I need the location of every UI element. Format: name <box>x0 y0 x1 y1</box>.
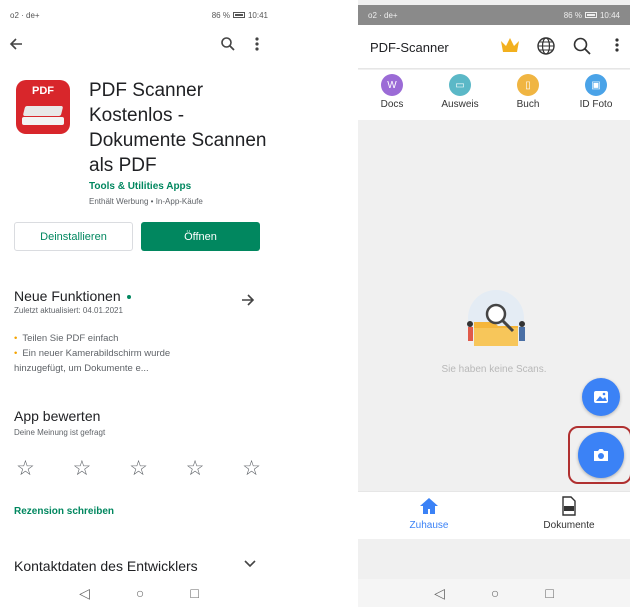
star-icon[interactable]: ☆ <box>186 458 205 480</box>
tab-home-label: Zuhause <box>409 520 449 531</box>
time-text: 10:44 <box>599 10 620 20</box>
pdf-scanner-screen: o2 · de+ 86 % 10:44 PDF-Scanner W Docs ▭… <box>358 0 630 607</box>
empty-state-text: Sie haben keine Scans. <box>441 364 547 375</box>
category-id-foto[interactable]: ▣ ID Foto <box>562 70 630 120</box>
star-icon[interactable]: ☆ <box>129 458 148 480</box>
rating-stars: ☆ ☆ ☆ ☆ ☆ <box>16 458 261 480</box>
changelog-line-1: Teilen Sie PDF einfach <box>22 333 119 344</box>
category-label: Ausweis <box>441 99 479 110</box>
docs-icon: W <box>381 74 403 96</box>
app-header: PDF-Scanner <box>358 25 630 69</box>
changelog: • Teilen Sie PDF einfach • Ein neuer Kamer… <box>14 333 171 374</box>
home-icon <box>384 496 474 518</box>
time-text: 10:41 <box>247 10 268 20</box>
category-ausweis[interactable]: ▭ Ausweis <box>426 70 494 120</box>
id-card-icon: ▭ <box>449 74 471 96</box>
tab-home[interactable]: Zuhause <box>384 496 474 531</box>
globe-icon[interactable] <box>536 36 556 56</box>
star-icon[interactable]: ☆ <box>16 458 35 480</box>
camera-icon[interactable] <box>578 432 624 478</box>
app-tags: Enthält Werbung • In-App-Käufe <box>89 197 203 206</box>
search-icon[interactable] <box>220 36 236 52</box>
changelog-line-2: Ein neuer Kamerabildschirm wurde hinzuge… <box>14 348 171 374</box>
developer-contact-title[interactable]: Kontaktdaten des Entwicklers <box>14 558 198 574</box>
arrow-right-icon[interactable] <box>240 292 256 308</box>
new-dot <box>126 295 131 300</box>
rate-app-title: App bewerten <box>14 408 101 424</box>
whats-new-section[interactable]: Neue Funktionen <box>14 288 131 304</box>
app-title: PDF-Scanner <box>370 40 449 55</box>
tab-documents-label: Dokumente <box>543 520 595 531</box>
nav-home-icon[interactable]: ○ <box>491 585 499 601</box>
more-vert-icon[interactable] <box>614 37 620 53</box>
id-photo-icon: ▣ <box>585 74 607 96</box>
empty-folder-illustration <box>460 288 532 359</box>
app-icon: PDF <box>16 80 70 134</box>
search-icon[interactable] <box>572 36 592 56</box>
status-bar: o2 · de+ 86 % 10:44 <box>358 5 630 25</box>
star-icon[interactable]: ☆ <box>242 458 261 480</box>
top-app-bar <box>0 36 278 60</box>
chevron-down-icon[interactable] <box>244 560 256 568</box>
status-bar: o2 · de+ 86 % 10:41 <box>0 0 278 30</box>
nav-home-icon[interactable]: ○ <box>136 585 144 601</box>
app-icon-badge: PDF <box>32 85 54 97</box>
uninstall-button[interactable]: Deinstallieren <box>14 222 133 251</box>
category-label: Docs <box>380 99 404 110</box>
category-label: Buch <box>516 99 540 110</box>
category-label: ID Foto <box>579 99 613 110</box>
battery-icon <box>232 12 245 18</box>
battery-icon <box>584 12 597 18</box>
category-buch[interactable]: ▯ Buch <box>494 70 562 120</box>
open-button[interactable]: Öffnen <box>141 222 260 251</box>
star-icon[interactable]: ☆ <box>73 458 92 480</box>
nav-back-icon[interactable]: ◁ <box>79 585 90 602</box>
book-icon: ▯ <box>517 74 539 96</box>
gallery-icon[interactable] <box>582 378 620 416</box>
bottom-navigation: Zuhause Dokumente <box>358 491 630 539</box>
back-arrow-icon[interactable] <box>8 36 24 52</box>
category-bar: W Docs ▭ Ausweis ▯ Buch ▣ ID Foto <box>358 70 630 120</box>
crown-icon[interactable] <box>499 36 521 54</box>
write-review-link[interactable]: Rezension schreiben <box>14 506 114 517</box>
nav-recents-icon[interactable]: □ <box>545 585 553 601</box>
tab-documents[interactable]: Dokumente <box>524 496 614 531</box>
category-docs[interactable]: W Docs <box>358 70 426 120</box>
more-vert-icon[interactable] <box>254 36 260 52</box>
carrier-text: o2 · de+ <box>10 10 40 20</box>
whats-new-title: Neue Funktionen <box>14 288 121 304</box>
system-nav-bar: ◁ ○ □ <box>358 579 630 607</box>
app-title: PDF Scanner Kostenlos - Dokumente Scanne… <box>89 80 267 176</box>
pdf-document-icon <box>524 496 614 518</box>
nav-back-icon[interactable]: ◁ <box>434 585 445 602</box>
last-updated: Zuletzt aktualisiert: 04.01.2021 <box>14 306 123 315</box>
battery-text: 86 % <box>563 10 582 20</box>
developer-link[interactable]: Tools & Utilities Apps <box>89 181 191 192</box>
carrier-text: o2 · de+ <box>368 10 398 20</box>
battery-text: 86 % <box>211 10 230 20</box>
rate-app-subtitle: Deine Meinung ist gefragt <box>14 428 106 437</box>
nav-recents-icon[interactable]: □ <box>190 585 198 601</box>
play-store-screen: o2 · de+ 86 % 10:41 PDF PDF Scanner Kost… <box>0 0 278 607</box>
system-nav-bar: ◁ ○ □ <box>0 579 278 607</box>
